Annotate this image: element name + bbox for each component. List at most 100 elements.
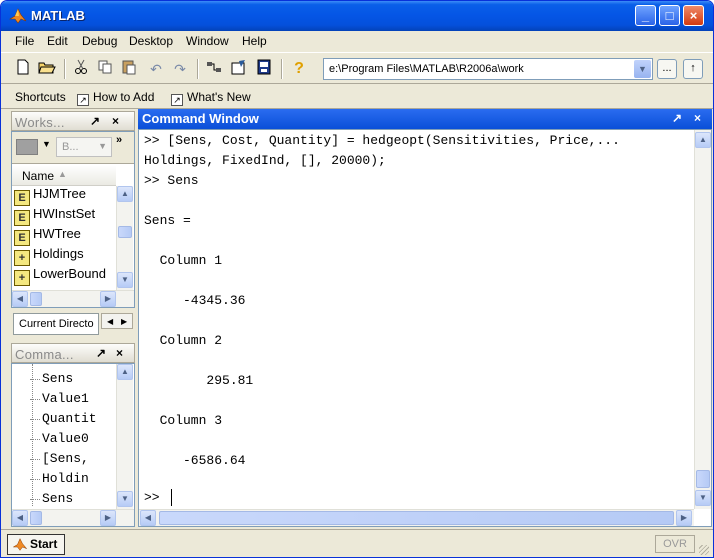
output-line: Column 3 [144, 413, 223, 428]
menu-file[interactable]: File [15, 34, 34, 48]
scroll-thumb[interactable] [159, 511, 674, 525]
close-pane-icon[interactable]: × [694, 111, 701, 125]
command-hscroll[interactable]: ◀ ▶ [139, 509, 694, 526]
workspace-vscroll[interactable]: ▲ ▼ [116, 186, 133, 290]
start-button[interactable]: Start [7, 534, 65, 555]
output-line: 295.81 [144, 373, 254, 388]
history-vscroll[interactable]: ▲ ▼ [116, 364, 133, 509]
menu-window[interactable]: Window [186, 34, 229, 48]
scroll-up-icon[interactable]: ▲ [695, 132, 711, 148]
workspace-item[interactable]: E HWTree [14, 226, 81, 246]
undo-icon[interactable]: ↶ [146, 59, 166, 79]
workspace-import-icon[interactable] [16, 139, 38, 155]
shortcut-icon: ↗ [77, 94, 89, 106]
command-history-header[interactable]: Comma... ↗ × [11, 343, 135, 363]
struct-icon: E [14, 230, 30, 246]
simulink-icon[interactable] [204, 59, 224, 79]
window-title: MATLAB [31, 8, 85, 23]
scroll-left-icon[interactable]: ◀ [140, 510, 156, 526]
start-label: Start [30, 537, 58, 551]
maximize-button[interactable]: □ [659, 5, 680, 26]
cut-icon[interactable] [71, 59, 91, 79]
history-item[interactable]: Value0 [30, 431, 89, 446]
resize-grip-icon[interactable] [699, 545, 709, 555]
undock-icon[interactable]: ↗ [96, 346, 106, 360]
title-bar[interactable]: MATLAB _ □ × [1, 1, 713, 31]
history-item[interactable]: Value1 [30, 391, 89, 406]
undock-icon[interactable]: ↗ [672, 111, 682, 125]
name-column-label: Name [22, 169, 55, 183]
menu-help[interactable]: Help [242, 34, 267, 48]
history-item[interactable]: Holdin [30, 471, 89, 486]
scroll-up-icon[interactable]: ▲ [117, 186, 133, 202]
history-item[interactable]: Sens [29, 371, 73, 386]
overflow-chevron-icon[interactable]: » [116, 134, 122, 146]
command-window-header[interactable]: Command Window ↗ × [138, 109, 712, 129]
chevron-down-icon[interactable]: ▼ [634, 60, 651, 78]
history-item[interactable]: Quantit [30, 411, 97, 426]
output-line: Sens = [144, 213, 191, 228]
guide-icon[interactable] [229, 59, 249, 79]
scroll-left-icon[interactable]: ◀ [12, 291, 28, 307]
command-vscroll[interactable]: ▲ ▼ [694, 130, 711, 509]
scroll-right-icon[interactable]: ▶ [676, 510, 692, 526]
struct-icon: E [14, 190, 30, 206]
browse-folder-button[interactable]: ... [657, 59, 677, 79]
scroll-down-icon[interactable]: ▼ [117, 272, 133, 288]
command-line: >> [Sens, Cost, Quantity] = hedgeopt(Sen… [144, 133, 620, 148]
workspace-item[interactable]: E HJMTree [14, 186, 86, 206]
menu-edit[interactable]: Edit [47, 34, 68, 48]
scroll-thumb[interactable] [30, 511, 42, 525]
chevron-down-icon[interactable]: ▼ [42, 139, 51, 149]
menu-desktop[interactable]: Desktop [129, 34, 173, 48]
workspace-column-header[interactable]: Name ▲ [12, 166, 116, 186]
profiler-icon[interactable] [254, 59, 274, 79]
scroll-thumb[interactable] [118, 226, 132, 238]
tab-current-directory[interactable]: Current Directo [13, 313, 99, 335]
current-directory-path: e:\Program Files\MATLAB\R2006a\work [329, 63, 524, 75]
close-button[interactable]: × [683, 5, 704, 26]
shortcut-whats-new[interactable]: ↗ What's New [171, 90, 251, 106]
close-pane-icon[interactable]: × [112, 114, 119, 128]
tab-scroll-left-icon[interactable]: ◀ [107, 317, 113, 326]
open-folder-icon[interactable] [37, 59, 57, 79]
scroll-right-icon[interactable]: ▶ [100, 510, 116, 526]
workspace-stack-dropdown[interactable]: B... ▼ [56, 137, 112, 157]
tab-scroller[interactable]: ◀ ▶ [101, 313, 133, 329]
command-window[interactable]: >> [Sens, Cost, Quantity] = hedgeopt(Sen… [138, 129, 712, 527]
workspace-item[interactable]: + LowerBound [14, 266, 118, 286]
toolbar-separator [197, 59, 199, 79]
scroll-up-icon[interactable]: ▲ [117, 364, 133, 380]
scroll-left-icon[interactable]: ◀ [12, 510, 28, 526]
current-directory-combo[interactable]: e:\Program Files\MATLAB\R2006a\work ▼ [323, 58, 653, 80]
scroll-down-icon[interactable]: ▼ [117, 491, 133, 507]
workspace-toolbar: ▼ B... ▼ » [12, 132, 134, 164]
new-file-icon[interactable] [13, 59, 33, 79]
minimize-button[interactable]: _ [635, 5, 656, 26]
redo-icon[interactable]: ↷ [170, 59, 190, 79]
workspace-item[interactable]: E HWInstSet [14, 206, 95, 226]
shortcuts-label: Shortcuts [15, 90, 66, 104]
scroll-thumb[interactable] [30, 292, 42, 306]
workspace-item[interactable]: + Holdings [14, 246, 84, 266]
sort-ascending-icon: ▲ [58, 169, 67, 179]
copy-icon[interactable] [95, 59, 115, 79]
text-caret [171, 489, 172, 506]
history-hscroll[interactable]: ◀ ▶ [12, 509, 134, 526]
close-pane-icon[interactable]: × [116, 346, 123, 360]
workspace-hscroll[interactable]: ◀ ▶ [12, 290, 134, 307]
scroll-right-icon[interactable]: ▶ [100, 291, 116, 307]
workspace-header[interactable]: Works... ↗ × [11, 111, 135, 131]
scroll-thumb[interactable] [696, 470, 710, 488]
tab-scroll-right-icon[interactable]: ▶ [121, 317, 127, 326]
paste-icon[interactable] [119, 59, 139, 79]
up-folder-button[interactable]: ↑ [683, 59, 703, 79]
scroll-down-icon[interactable]: ▼ [695, 490, 711, 506]
undock-icon[interactable]: ↗ [90, 114, 100, 128]
help-icon[interactable]: ? [289, 59, 309, 79]
command-prompt[interactable]: >> [144, 490, 160, 505]
history-item[interactable]: [Sens, [30, 451, 89, 466]
shortcut-how-to-add[interactable]: ↗ How to Add [77, 90, 154, 106]
menu-debug[interactable]: Debug [82, 34, 117, 48]
history-item[interactable]: Sens [29, 491, 73, 506]
